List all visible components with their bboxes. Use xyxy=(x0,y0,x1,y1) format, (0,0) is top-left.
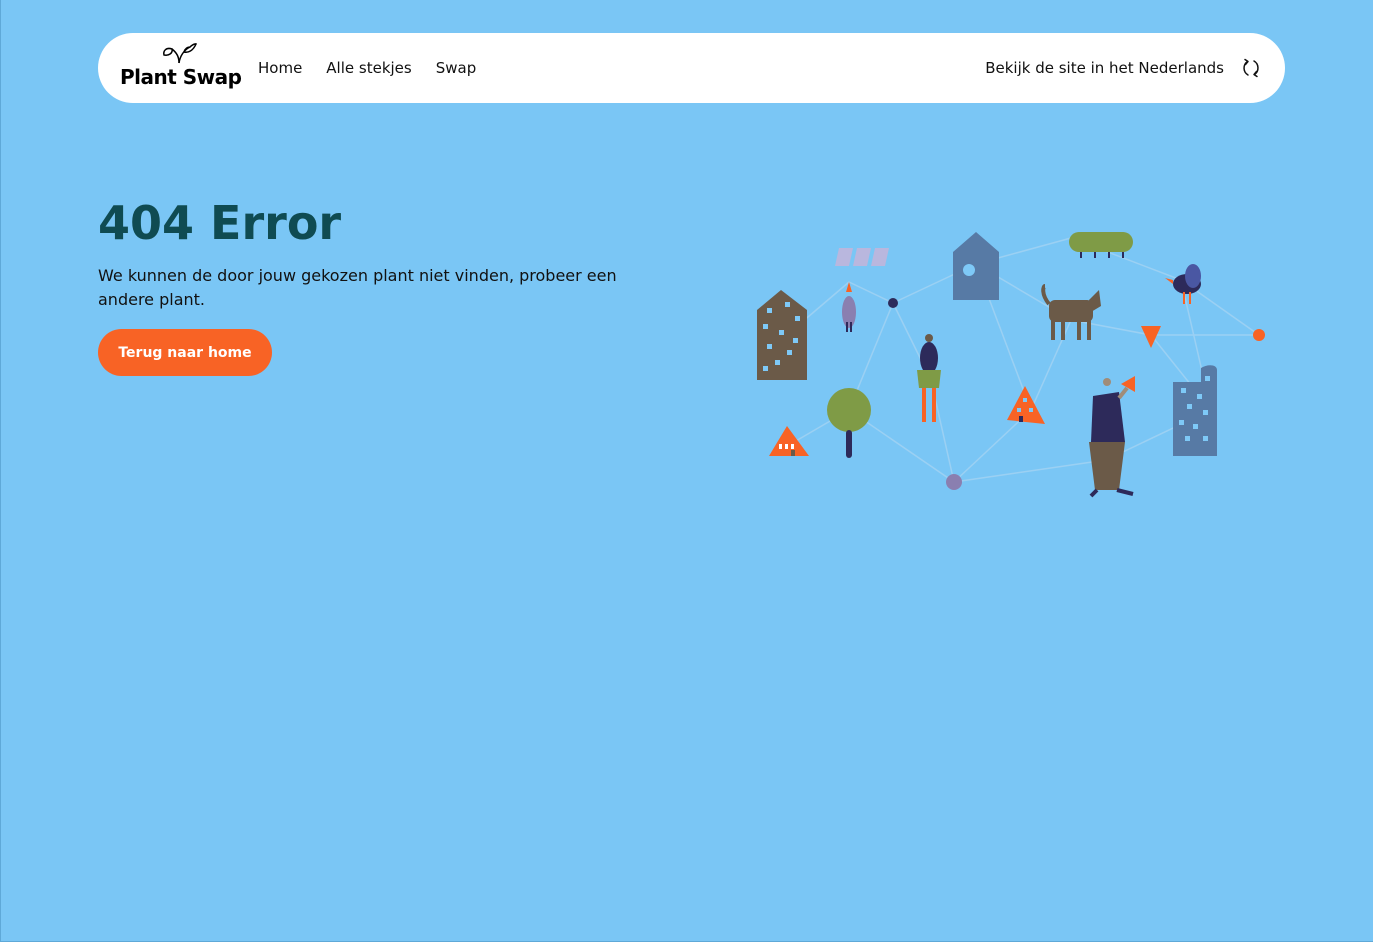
nav-links: Home Alle stekjes Swap xyxy=(258,33,476,103)
error-message: We kunnen de door jouw gekozen plant nie… xyxy=(98,266,617,309)
page: Plant Swap Home Alle stekjes Swap Bekijk… xyxy=(0,0,1373,942)
logo[interactable]: Plant Swap xyxy=(120,41,242,95)
leaf-icon xyxy=(163,43,197,64)
logo-text: Plant Swap xyxy=(120,65,242,89)
nav-link-swap[interactable]: Swap xyxy=(436,59,477,77)
error-title: 404 Error xyxy=(98,196,342,250)
refresh-icon[interactable] xyxy=(1239,56,1263,80)
language-switch-link[interactable]: Bekijk de site in het Nederlands xyxy=(985,33,1224,103)
nav-link-home[interactable]: Home xyxy=(258,59,302,77)
navbar: Plant Swap Home Alle stekjes Swap Bekijk… xyxy=(98,33,1285,103)
network-illustration xyxy=(757,232,1265,498)
nav-link-alle-stekjes[interactable]: Alle stekjes xyxy=(326,59,411,77)
back-home-button[interactable]: Terug naar home xyxy=(98,329,272,376)
